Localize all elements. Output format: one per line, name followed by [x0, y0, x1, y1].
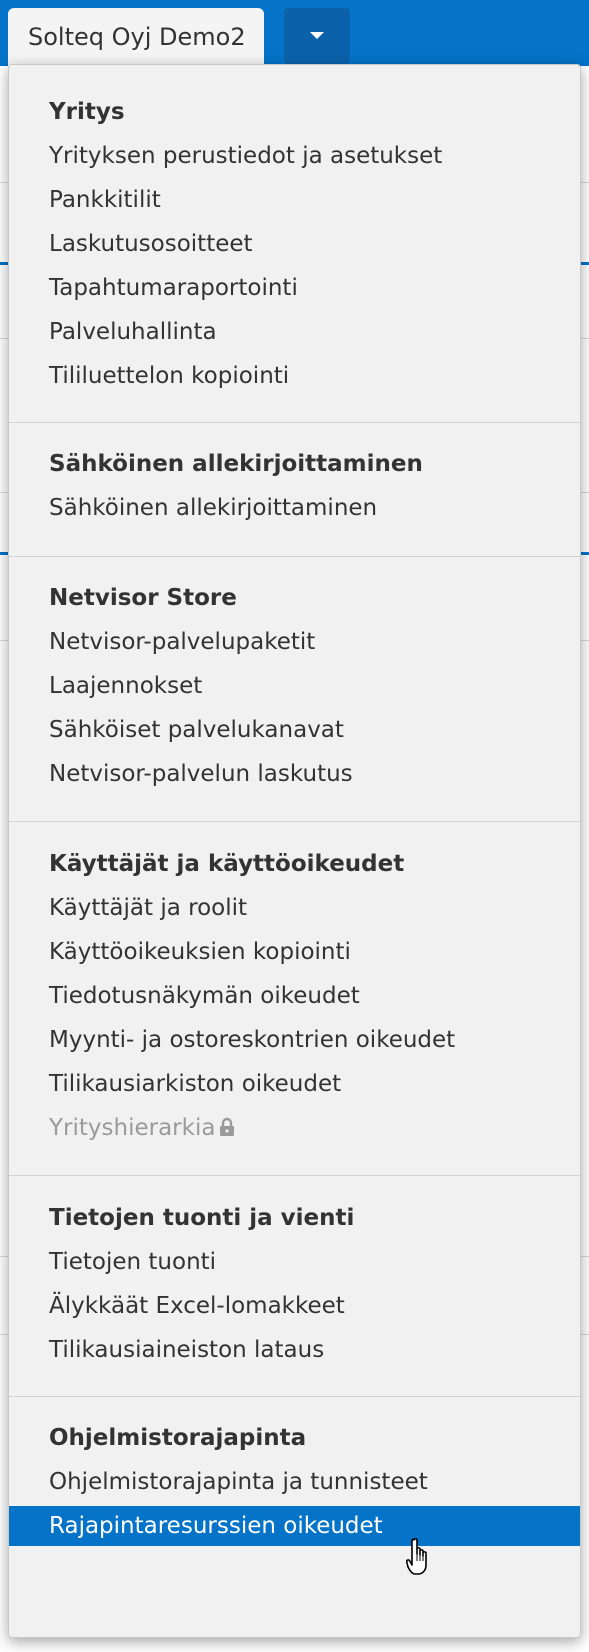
menu-item-extensions[interactable]: Laajennokset [9, 666, 580, 706]
menu-item-users-and-roles[interactable]: Käyttäjät ja roolit [9, 888, 580, 928]
menu-item-fiscal-archive-permissions[interactable]: Tilikausiarkiston oikeudet [9, 1064, 580, 1104]
menu-item-api-resource-permissions[interactable]: Rajapintaresurssien oikeudet [9, 1506, 580, 1546]
menu-item-api-and-keys[interactable]: Ohjelmistorajapinta ja tunnisteet [9, 1462, 580, 1502]
menu-item-company-settings[interactable]: Yrityksen perustiedot ja asetukset [9, 136, 580, 176]
hand-pointer-icon [405, 1537, 438, 1583]
menu-item-label: Yrityshierarkia [49, 1115, 216, 1141]
menu-item-ledger-permissions[interactable]: Myynti- ja ostoreskontrien oikeudet [9, 1020, 580, 1060]
menu-item-service-packages[interactable]: Netvisor-palvelupaketit [9, 622, 580, 662]
menu-divider [9, 1396, 580, 1397]
menu-item-chart-of-accounts-copy[interactable]: Tililuettelon kopiointi [9, 356, 580, 396]
menu-item-service-billing[interactable]: Netvisor-palvelun laskutus [9, 754, 580, 794]
caret-down-icon [310, 32, 324, 39]
menu-item-event-reporting[interactable]: Tapahtumaraportointi [9, 268, 580, 308]
menu-item-smart-excel-forms[interactable]: Älykkäät Excel-lomakkeet [9, 1286, 580, 1326]
section-title-import-export: Tietojen tuonti ja vienti [49, 1205, 355, 1231]
menu-item-notification-view-permissions[interactable]: Tiedotusnäkymän oikeudet [9, 976, 580, 1016]
menu-item-data-import[interactable]: Tietojen tuonti [9, 1242, 580, 1282]
menu-item-permission-copy[interactable]: Käyttöoikeuksien kopiointi [9, 932, 580, 972]
section-title-e-signing: Sähköinen allekirjoittaminen [49, 451, 423, 477]
company-menu-toggle-button[interactable] [284, 8, 350, 64]
menu-item-billing-addresses[interactable]: Laskutusosoitteet [9, 224, 580, 264]
menu-item-fiscal-material-download[interactable]: Tilikausiaineiston lataus [9, 1330, 580, 1370]
section-title-users-permissions: Käyttäjät ja käyttöoikeudet [49, 851, 405, 877]
menu-item-e-signing[interactable]: Sähköinen allekirjoittaminen [9, 488, 580, 528]
menu-divider [9, 1175, 580, 1176]
section-title-api: Ohjelmistorajapinta [49, 1425, 307, 1451]
menu-divider [9, 422, 580, 423]
menu-divider [9, 556, 580, 557]
company-dropdown-menu: Yritys Yrityksen perustiedot ja asetukse… [8, 64, 581, 1638]
menu-item-bank-accounts[interactable]: Pankkitilit [9, 180, 580, 220]
menu-item-e-service-channels[interactable]: Sähköiset palvelukanavat [9, 710, 580, 750]
menu-item-service-management[interactable]: Palveluhallinta [9, 312, 580, 352]
lock-icon [219, 1110, 235, 1150]
menu-item-company-hierarchy: Yrityshierarkia [9, 1108, 580, 1148]
section-title-yritys: Yritys [49, 99, 125, 125]
section-title-netvisor-store: Netvisor Store [49, 585, 237, 611]
menu-divider [9, 821, 580, 822]
company-selector[interactable]: Solteq Oyj Demo2 [8, 8, 264, 66]
